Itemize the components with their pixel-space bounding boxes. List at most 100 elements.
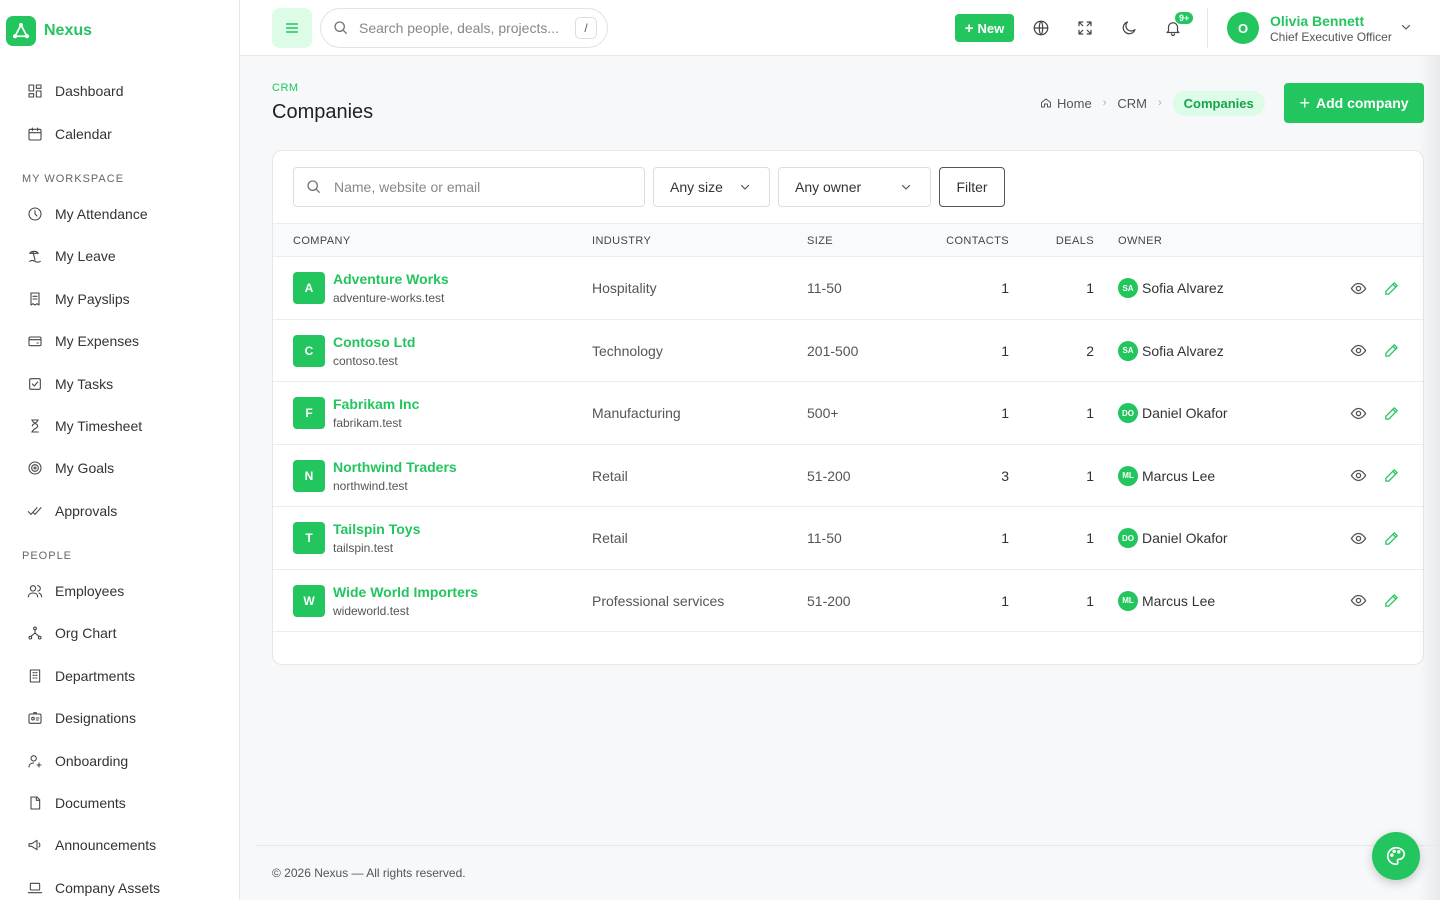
company-logo: A [293,272,325,304]
notifications-button[interactable]: 9+ [1153,8,1194,48]
size-select[interactable]: Any size [653,167,770,207]
sidebar-item-onboarding[interactable]: Onboarding [0,739,239,781]
owner-avatar: SA [1118,340,1138,361]
col-size[interactable]: SIZE [807,235,833,247]
edit-button[interactable] [1381,466,1401,486]
new-button[interactable]: + New [955,14,1014,42]
search-shortcut-badge: / [575,17,597,39]
owner-avatar: SA [1118,278,1138,298]
wallet-icon [26,332,44,350]
global-search[interactable]: / [320,8,608,48]
view-button[interactable] [1348,528,1368,548]
company-name-link[interactable]: Adventure Works [333,271,449,287]
sidebar-item-label: Designations [55,710,136,727]
company-deals: 2 [1086,342,1094,359]
sidebar-item-documents[interactable]: Documents [0,782,239,824]
pencil-icon [1384,344,1398,357]
col-deals[interactable]: DEALS [1033,235,1094,247]
table-header: COMPANY INDUSTRY SIZE CONTACTS DEALS OWN… [273,224,1423,257]
user-menu-chevron-icon[interactable] [1400,20,1412,38]
pencil-icon [1384,594,1398,607]
sidebar-item-my-timesheet[interactable]: My Timesheet [0,405,239,447]
sidebar-item-my-attendance[interactable]: My Attendance [0,193,239,235]
breadcrumb-home[interactable]: Home [1040,96,1092,111]
sidebar-item-label: Announcements [55,837,157,854]
section-my-workspace: MY WORKSPACE [22,172,125,185]
sidebar-item-designations[interactable]: Designations [0,697,239,739]
col-company[interactable]: COMPANY [293,235,351,247]
table-row: W Wide World Importers wideworld.test Pr… [273,570,1423,632]
company-search-input[interactable] [334,179,624,195]
search-icon [334,21,347,34]
edit-button[interactable] [1381,341,1401,361]
view-button[interactable] [1348,278,1368,298]
language-button[interactable] [1021,8,1061,48]
company-name-link[interactable]: Fabrikam Inc [333,396,419,412]
view-button[interactable] [1348,403,1368,423]
company-logo: N [293,459,325,492]
company-contacts: 1 [1001,342,1009,359]
breadcrumb-home-label: Home [1057,95,1092,111]
notification-count-badge: 9+ [1175,12,1194,24]
hourglass-icon [26,417,44,435]
company-size: 201-500 [807,342,859,359]
global-search-input[interactable] [359,20,559,36]
edit-button[interactable] [1381,403,1401,423]
sidebar-item-my-tasks[interactable]: My Tasks [0,362,239,404]
new-button-label: New [977,20,1005,36]
owner-select[interactable]: Any owner [778,167,931,207]
sidebar-item-my-leave[interactable]: My Leave [0,235,239,277]
company-name-link[interactable]: Wide World Importers [333,584,478,600]
user-name[interactable]: Olivia Bennett [1270,13,1364,29]
theme-customizer-button[interactable] [1372,832,1420,880]
filter-button[interactable]: Filter [939,167,1005,207]
sidebar-item-departments[interactable]: Departments [0,655,239,697]
edit-button[interactable] [1381,278,1401,298]
theme-toggle-button[interactable] [1109,8,1149,48]
megaphone-icon [26,836,44,854]
company-name-link[interactable]: Northwind Traders [333,459,457,475]
view-button[interactable] [1348,466,1368,486]
add-company-button[interactable]: + Add company [1284,83,1424,123]
sidebar-item-my-goals[interactable]: My Goals [0,447,239,489]
sidebar-item-org-chart[interactable]: Org Chart [0,612,239,654]
breadcrumb-separator-icon: › [1157,97,1162,109]
clock-icon [26,205,44,223]
sidebar-item-my-payslips[interactable]: My Payslips [0,278,239,320]
company-industry: Hospitality [592,280,657,296]
sidebar-item-calendar[interactable]: Calendar [0,112,239,154]
sidebar-nav: Dashboard Calendar MY WORKSPACE My Atten… [0,62,239,900]
company-search[interactable] [293,167,645,207]
sidebar-item-label: My Leave [55,248,116,265]
edit-button[interactable] [1381,591,1401,611]
company-name-link[interactable]: Contoso Ltd [333,334,415,350]
calendar-icon [26,125,44,143]
brand[interactable]: Nexus [0,0,239,62]
palette-icon [1387,846,1406,866]
menu-toggle-button[interactable] [272,8,312,48]
sidebar-item-announcements[interactable]: Announcements [0,824,239,866]
company-logo: C [293,334,325,367]
col-contacts[interactable]: CONTACTS [923,235,1009,247]
breadcrumb-crm[interactable]: CRM [1117,96,1147,111]
sidebar-item-company-assets[interactable]: Company Assets [0,867,239,900]
fullscreen-button[interactable] [1065,8,1105,48]
sidebar-item-label: Departments [55,667,136,684]
id-card-icon [26,709,44,727]
view-button[interactable] [1348,341,1368,361]
sidebar-item-approvals[interactable]: Approvals [0,490,239,532]
company-name-link[interactable]: Tailspin Toys [333,521,420,537]
table-row: N Northwind Traders northwind.test Retai… [273,445,1423,507]
eye-icon [1350,282,1366,294]
sidebar-item-employees[interactable]: Employees [0,570,239,612]
user-avatar[interactable]: O [1227,12,1259,44]
sidebar-item-dashboard[interactable]: Dashboard [0,70,239,112]
col-owner[interactable]: OWNER [1118,235,1162,247]
company-industry: Retail [592,467,628,484]
view-button[interactable] [1348,591,1368,611]
edit-button[interactable] [1381,528,1401,548]
company-deals: 1 [1086,530,1094,546]
col-industry[interactable]: INDUSTRY [592,235,651,247]
sidebar-item-my-expenses[interactable]: My Expenses [0,320,239,362]
sidebar-item-label: My Expenses [55,333,140,350]
